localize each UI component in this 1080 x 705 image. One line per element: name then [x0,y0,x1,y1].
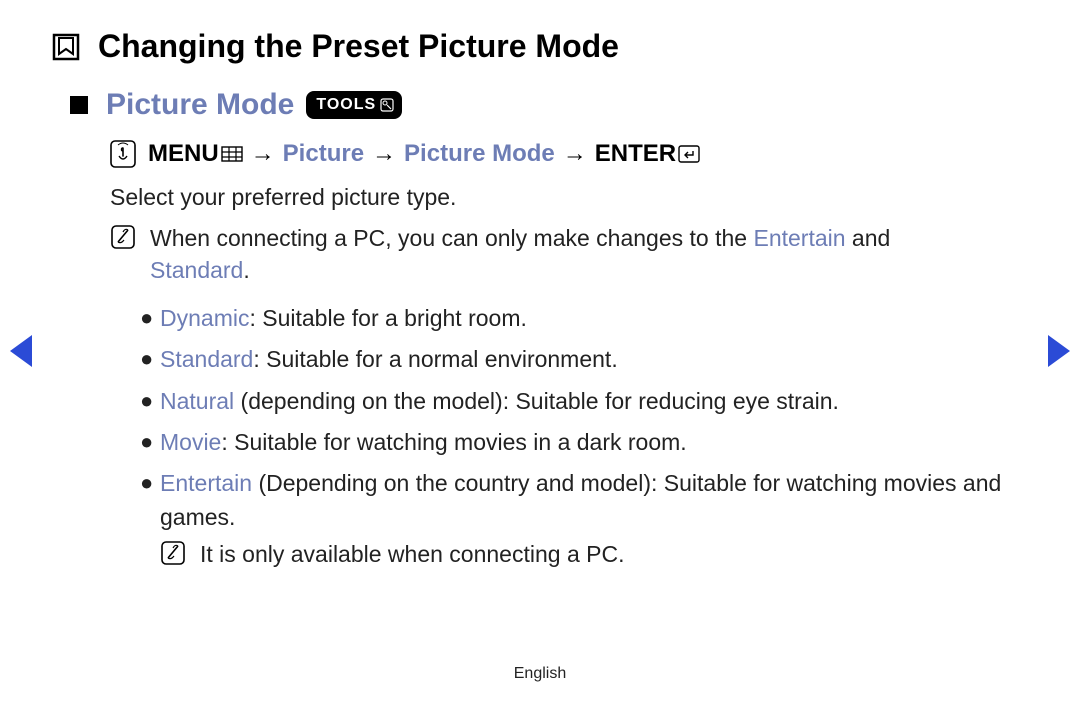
list-item: ● Dynamic: Suitable for a bright room. [140,302,1020,335]
menu-grid-icon [221,146,243,162]
note-highlight-entertain: Entertain [753,225,845,251]
page-title: Changing the Preset Picture Mode [98,28,619,65]
mode-name-dynamic: Dynamic [160,305,249,331]
footer-language: English [0,665,1080,683]
list-item: ● Entertain (Depending on the country an… [140,467,1020,575]
next-page-arrow[interactable] [1048,335,1070,367]
arrow-sep-1: → [251,140,275,168]
section-subtitle: Picture Mode [106,88,294,122]
mode-name-movie: Movie [160,429,221,455]
enter-label: ENTER [595,140,676,168]
prev-page-arrow[interactable] [10,335,32,367]
sub-note-text: It is only available when connecting a P… [200,538,624,575]
arrow-sep-3: → [563,140,587,168]
list-item: ● Standard: Suitable for a normal enviro… [140,343,1020,376]
note-text-post: . [243,257,249,283]
mode-desc-dynamic: : Suitable for a bright room. [249,305,526,331]
enter-icon [678,145,700,163]
sub-note-entertain: It is only available when connecting a P… [160,538,1020,575]
touch-osd-icon [110,140,136,168]
mode-name-natural: Natural [160,388,234,414]
bookmark-icon [52,33,80,61]
tools-badge: TOOLS [306,91,402,119]
tools-label: TOOLS [316,97,376,113]
note-pc-modes: When connecting a PC, you can only make … [110,222,1020,286]
arrow-sep-2: → [372,140,396,168]
note-text-mid: and [846,225,891,251]
bullet-dot-icon: ● [140,426,160,459]
path-step-picture-mode: Picture Mode [404,140,555,168]
intro-text: Select your preferred picture type. [110,184,456,211]
bullet-dot-icon: ● [140,385,160,418]
mode-name-standard: Standard [160,346,253,372]
mode-desc-natural: : Suitable for reducing eye strain. [503,388,839,414]
path-step-picture: Picture [283,140,364,168]
mode-paren-natural: (depending on the model) [234,388,503,414]
square-bullet-icon [70,96,88,114]
bullet-dot-icon: ● [140,343,160,376]
bullet-dot-icon: ● [140,302,160,335]
bullet-dot-icon: ● [140,467,160,575]
tools-icon [380,98,394,112]
note-text-pre: When connecting a PC, you can only make … [150,225,753,251]
mode-name-entertain: Entertain [160,470,252,496]
list-item: ● Natural (depending on the model): Suit… [140,385,1020,418]
menu-label: MENU [148,140,219,168]
menu-path: MENU → Picture → Picture Mode → ENTER [110,140,700,168]
note-highlight-standard: Standard [150,257,243,283]
list-item: ● Movie: Suitable for watching movies in… [140,426,1020,459]
mode-list: ● Dynamic: Suitable for a bright room. ●… [140,302,1020,583]
note-icon [110,224,136,286]
mode-desc-standard: : Suitable for a normal environment. [253,346,617,372]
mode-paren-entertain: (Depending on the country and model) [252,470,651,496]
note-icon [160,540,186,575]
mode-desc-movie: : Suitable for watching movies in a dark… [221,429,686,455]
